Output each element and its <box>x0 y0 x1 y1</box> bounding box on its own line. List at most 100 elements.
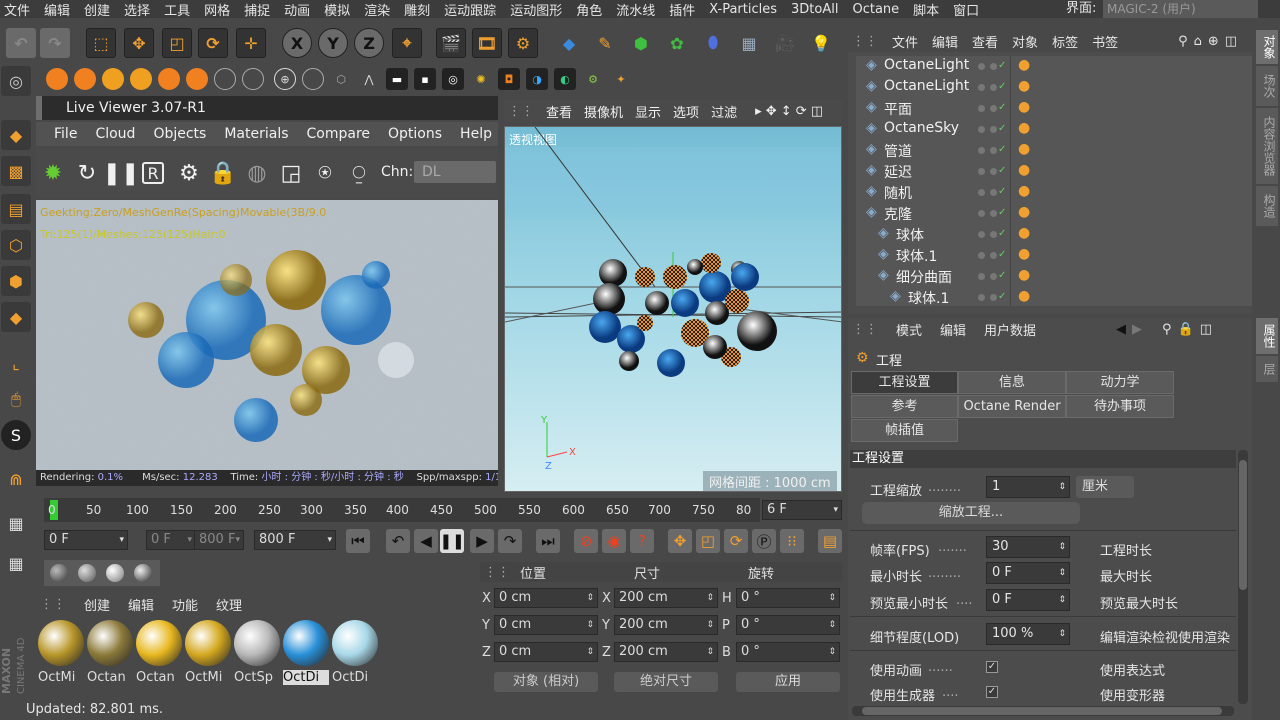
next-key-icon[interactable]: ↷ <box>498 529 522 553</box>
enabled-check-icon[interactable]: ✓ <box>998 291 1006 302</box>
material-tag-icon[interactable]: ● <box>1018 225 1030 241</box>
render-visibility-dot[interactable] <box>990 126 997 133</box>
object-name[interactable]: OctaneLight <box>884 57 969 73</box>
material-item[interactable]: OctMi <box>38 620 84 686</box>
lv-menu-compare[interactable]: Compare <box>307 126 371 142</box>
lv-menu-cloud[interactable]: Cloud <box>95 126 135 142</box>
menu-file[interactable]: 文件 <box>4 0 30 19</box>
material-item[interactable]: OctSp <box>234 620 280 686</box>
tab-info[interactable]: 信息 <box>958 371 1066 394</box>
menu-edit[interactable]: 编辑 <box>44 0 70 19</box>
size-y-field[interactable]: 200 cm <box>614 615 718 635</box>
render-visibility-dot[interactable] <box>990 189 997 196</box>
octane-material-icon-1[interactable] <box>46 68 68 90</box>
key-scale-icon[interactable]: ◰ <box>696 529 720 553</box>
select-tool-icon[interactable]: ⬚ <box>86 28 116 58</box>
enabled-check-icon[interactable]: ✓ <box>998 144 1006 155</box>
render-visibility-dot[interactable] <box>990 147 997 154</box>
channel-select[interactable]: DL <box>414 161 496 183</box>
object-name[interactable]: 球体.1 <box>908 288 949 308</box>
render-visibility-dot[interactable] <box>990 168 997 175</box>
fps-field[interactable]: 30 <box>986 536 1070 558</box>
search-icon[interactable]: ⚲ <box>1162 322 1172 337</box>
side-tab-layers[interactable]: 层 <box>1256 356 1278 382</box>
area-light-icon[interactable]: ▬ <box>386 68 408 90</box>
object-name[interactable]: 细分曲面 <box>896 267 952 287</box>
editor-visibility-dot[interactable] <box>978 252 985 259</box>
object-row[interactable]: ◈ 延迟 ✓ ● <box>856 161 1252 182</box>
enabled-check-icon[interactable]: ✓ <box>998 165 1006 176</box>
side-tab-content-browser[interactable]: 内容浏览器 <box>1256 108 1278 184</box>
object-row[interactable]: ◈ OctaneLight ✓ ● <box>856 56 1252 77</box>
region-render-icon[interactable]: R <box>142 162 164 184</box>
menu-octane[interactable]: Octane <box>852 2 899 17</box>
editor-visibility-dot[interactable] <box>978 189 985 196</box>
settings-gear-icon[interactable]: ⚙ <box>176 160 202 186</box>
forward-arrow-icon[interactable]: ▶ <box>1132 322 1142 337</box>
vp-menu-filter[interactable]: 过滤 <box>711 102 737 121</box>
preview-min-field[interactable]: 0 F <box>986 589 1070 611</box>
tripod-icon[interactable]: ⋀ <box>358 68 380 90</box>
side-tab-objects[interactable]: 对象 <box>1256 30 1278 64</box>
menu-motion-tracking[interactable]: 运动跟踪 <box>444 0 496 19</box>
texture-mode-icon[interactable]: ▩ <box>1 156 31 186</box>
rot-p-field[interactable]: 0 ° <box>736 615 840 635</box>
enabled-check-icon[interactable]: ✓ <box>998 123 1006 134</box>
workplane-grid-icon[interactable]: ▦ <box>1 548 31 578</box>
material-tag-icon[interactable]: ● <box>1018 78 1030 94</box>
size-x-field[interactable]: 200 cm <box>614 588 718 608</box>
material-tag-icon[interactable]: ● <box>1018 246 1030 262</box>
material-tag-icon[interactable]: ● <box>1018 99 1030 115</box>
material-item[interactable]: OctDi <box>332 620 378 686</box>
object-name[interactable]: 随机 <box>884 183 912 203</box>
new-window-icon[interactable]: ◫ <box>1200 322 1212 337</box>
z-axis-lock[interactable]: Z <box>354 28 384 58</box>
menu-simulate[interactable]: 模拟 <box>324 0 350 19</box>
record-keys-icon[interactable]: ⊘ <box>574 529 598 553</box>
restart-render-icon[interactable]: ↻ <box>74 160 100 186</box>
object-row[interactable]: ◈ 克隆 ✓ ● <box>856 203 1252 224</box>
y-axis-lock[interactable]: Y <box>318 28 348 58</box>
search-icon[interactable]: ⚲ <box>1178 34 1188 49</box>
editor-visibility-dot[interactable] <box>978 273 985 280</box>
enabled-check-icon[interactable]: ✓ <box>998 102 1006 113</box>
rot-b-field[interactable]: 0 ° <box>736 642 840 662</box>
vp-menu-view[interactable]: 查看 <box>546 102 572 121</box>
material-tag-icon[interactable]: ● <box>1018 141 1030 157</box>
model-mode-icon[interactable]: ◆ <box>1 120 31 150</box>
transform-tool-icon[interactable]: ✛ <box>236 28 266 58</box>
new-window-icon[interactable]: ◫ <box>1225 34 1237 49</box>
gear-settings-icon[interactable]: ⚙ <box>582 68 604 90</box>
render-region-icon[interactable]: 🎞 <box>472 28 502 58</box>
pause-render-icon[interactable]: ❚❚ <box>103 160 140 186</box>
camera-icon[interactable]: 🎥 <box>770 28 800 58</box>
lod-field[interactable]: 100 % <box>986 623 1070 645</box>
object-name[interactable]: OctaneSky <box>884 120 959 136</box>
menu-character[interactable]: 角色 <box>576 0 602 19</box>
lv-menu-materials[interactable]: Materials <box>224 126 288 142</box>
auto-key-icon[interactable]: ◉ <box>602 529 626 553</box>
object-name[interactable]: 管道 <box>884 141 912 161</box>
perspective-viewport[interactable]: 透视视图 Y X Z 网格间距: 1000 cm <box>504 126 842 492</box>
current-frame-field[interactable]: 6 F <box>762 500 842 520</box>
object-row[interactable]: ◈ 管道 ✓ ● <box>856 140 1252 161</box>
editor-visibility-dot[interactable] <box>978 84 985 91</box>
pos-x-field[interactable]: 0 cm <box>494 588 598 608</box>
mat-preview-ball-3[interactable] <box>106 564 124 582</box>
sky-icon[interactable]: ◑ <box>526 68 548 90</box>
subdivision-icon[interactable]: ⬢ <box>626 28 656 58</box>
mat-preview-ball-4[interactable] <box>134 564 152 582</box>
back-arrow-icon[interactable]: ◀ <box>1116 322 1126 337</box>
min-time-field[interactable]: 0 F <box>986 562 1070 584</box>
editor-visibility-dot[interactable] <box>978 105 985 112</box>
octane-material-icon-7[interactable] <box>214 68 236 90</box>
editor-visibility-dot[interactable] <box>978 126 985 133</box>
tab-dynamics[interactable]: 动力学 <box>1066 371 1174 394</box>
editor-visibility-dot[interactable] <box>978 231 985 238</box>
enabled-check-icon[interactable]: ✓ <box>998 207 1006 218</box>
coord-mode-select[interactable]: 对象 (相对) <box>494 672 598 692</box>
object-name[interactable]: 克隆 <box>884 204 912 224</box>
om-menu-view[interactable]: 查看 <box>972 32 998 51</box>
menu-pipeline[interactable]: 流水线 <box>616 0 655 19</box>
vp-menu-camera[interactable]: 摄像机 <box>584 102 623 121</box>
